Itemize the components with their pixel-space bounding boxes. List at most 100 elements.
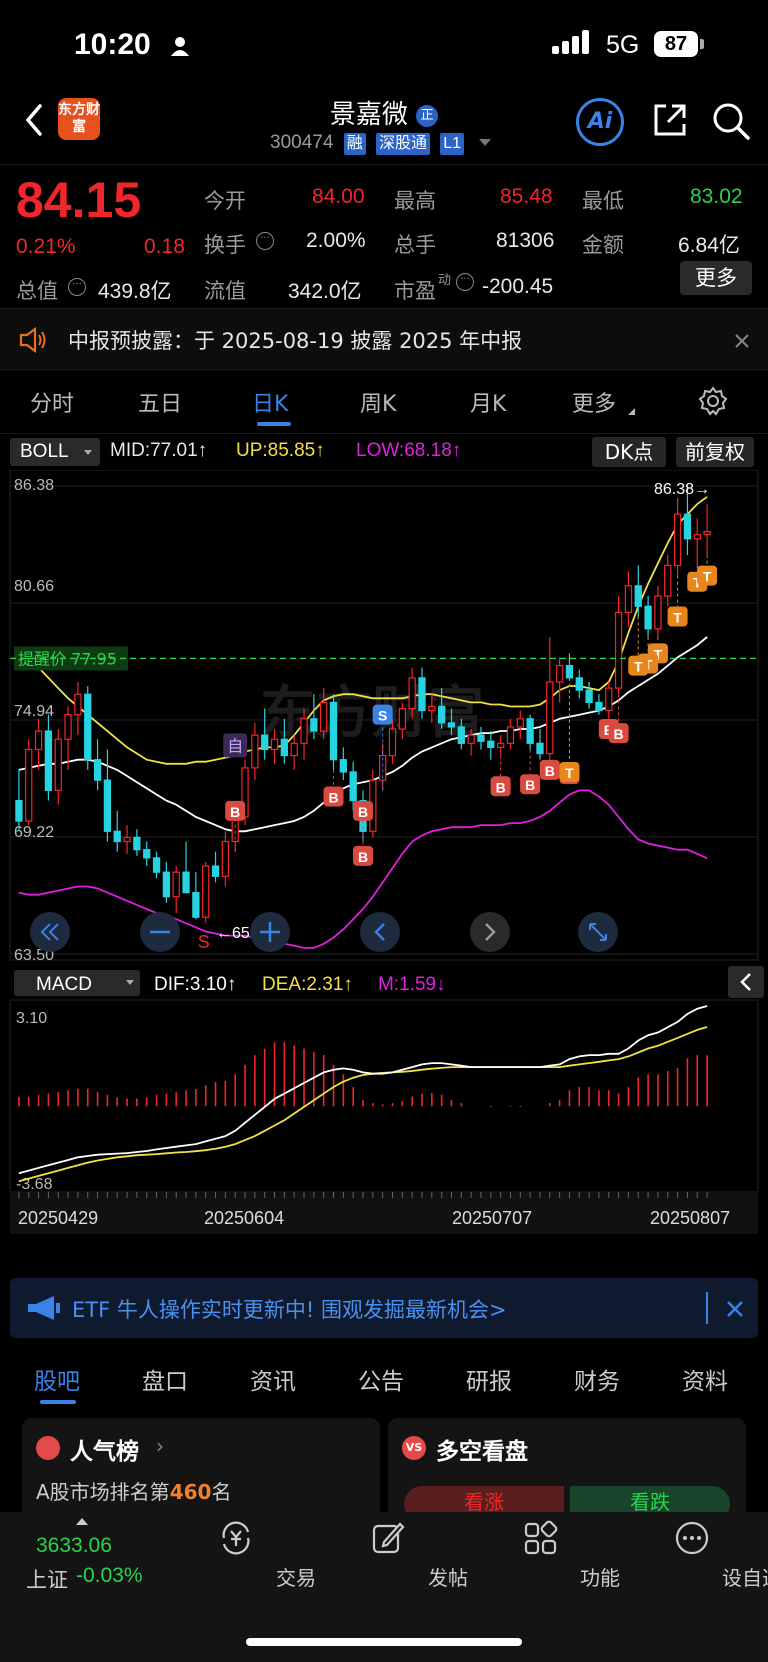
collapse-button[interactable] xyxy=(728,966,764,998)
info-icon[interactable]: ··· xyxy=(68,278,86,296)
dk-point-button[interactable]: DK点 xyxy=(592,437,666,467)
marker-letter: B xyxy=(230,804,240,820)
banner-text: ETF 牛人操作实时更新中! 围观发掘最新机会> xyxy=(72,1298,507,1322)
indicator-name: BOLL xyxy=(20,441,69,462)
kline-svg[interactable]: 东方财富 86.38 80.66 74.94 69.22 63.50 提醒价 7… xyxy=(0,470,768,1256)
mktcap-label: 总值 xyxy=(16,279,58,303)
status-time: 10:20 xyxy=(74,28,151,61)
candle-body xyxy=(546,681,554,755)
date-label: 20250429 xyxy=(18,1208,98,1228)
signal-icon xyxy=(552,30,592,54)
candle-body xyxy=(703,531,711,536)
candle-body xyxy=(143,849,151,859)
marker-letter: B xyxy=(525,777,535,793)
active-tab-underline xyxy=(257,422,291,426)
candle-body xyxy=(614,611,623,689)
marker-letter: T xyxy=(565,765,574,781)
info-icon[interactable]: ··· xyxy=(456,273,474,291)
ai-button[interactable]: Ai xyxy=(576,98,624,146)
notice-bar[interactable]: 中报预披露：于 2025-08-19 披露 2025 年中报 xyxy=(0,308,768,370)
low-label: 最低 xyxy=(582,189,624,213)
max-price-label: 86.38→ xyxy=(654,481,710,498)
candle-body xyxy=(152,857,161,873)
marker-letter: T xyxy=(634,659,643,675)
active-tab-underline xyxy=(40,1400,76,1404)
candle-body xyxy=(418,677,426,712)
battery-icon: 87 xyxy=(654,31,698,57)
date-label: 20250604 xyxy=(204,1208,284,1228)
search-icon[interactable] xyxy=(710,100,752,142)
edit-icon xyxy=(372,1522,405,1554)
etf-banner[interactable]: ETF 牛人操作实时更新中! 围观发掘最新机会> xyxy=(10,1278,758,1338)
tab-research[interactable]: 研报 xyxy=(466,1362,512,1396)
candle-body xyxy=(44,730,53,791)
marker-letter: B xyxy=(614,726,624,742)
dropdown-icon[interactable] xyxy=(479,139,492,147)
tab-financials[interactable]: 财务 xyxy=(574,1362,620,1396)
candle-body xyxy=(506,726,515,744)
tab-monthly-k[interactable]: 月K xyxy=(470,386,506,418)
macd-top: 3.10 xyxy=(16,1010,47,1027)
indicator-select[interactable]: BOLL xyxy=(10,438,100,466)
boll-low: LOW:68.18↑ xyxy=(356,440,462,461)
tab-intraday[interactable]: 分时 xyxy=(30,386,74,418)
close-icon[interactable] xyxy=(734,333,750,349)
index-change: -0.03% xyxy=(76,1564,143,1587)
boll-up: UP:85.85↑ xyxy=(236,440,325,461)
index-value[interactable]: 3633.06 xyxy=(36,1534,112,1558)
self-select-letter: 自 xyxy=(227,736,243,755)
bull-bear-card[interactable]: VS 多空看盘 看涨 看跌 xyxy=(388,1418,746,1522)
info-icon[interactable]: ··· xyxy=(256,232,274,250)
tab-profile[interactable]: 资料 xyxy=(682,1362,728,1396)
index-name: 上证 xyxy=(26,1568,68,1592)
kline-chart-area[interactable]: BOLL MID:77.01↑ UP:85.85↑ LOW:68.18↑ DK点… xyxy=(0,434,768,1256)
tab-more[interactable]: 更多 xyxy=(572,386,616,418)
macd-plot xyxy=(9,999,759,1193)
candle-body xyxy=(320,701,328,732)
candle-body xyxy=(447,722,456,728)
more-button[interactable]: 更多 xyxy=(680,261,752,295)
candle-body xyxy=(693,534,701,540)
candle-body xyxy=(25,748,33,822)
popularity-card[interactable]: 人气榜 › A股市场排名第460名 xyxy=(22,1418,380,1518)
candle-body xyxy=(654,595,662,630)
candle-body xyxy=(192,892,200,918)
marker-letter: B xyxy=(358,804,368,820)
tab-announcements[interactable]: 公告 xyxy=(358,1362,404,1396)
boll-mid: MID:77.01↑ xyxy=(110,440,208,461)
macd-name: MACD xyxy=(36,974,92,995)
speaker-icon xyxy=(19,327,46,353)
tab-daily-k[interactable]: 日K xyxy=(252,386,288,418)
more-dots-icon xyxy=(675,1521,709,1555)
person-icon xyxy=(171,37,189,56)
scroll-left-button[interactable] xyxy=(360,912,400,952)
scroll-right-button[interactable] xyxy=(470,912,510,952)
gear-icon[interactable] xyxy=(698,386,728,416)
candle-body xyxy=(585,689,593,704)
pe-sup: 动 xyxy=(438,273,452,288)
marker-letter: T xyxy=(703,569,712,585)
macd-dea: DEA:2.31↑ xyxy=(262,974,353,995)
candle-body xyxy=(103,779,112,832)
marker-letter: B xyxy=(328,790,338,806)
tab-order-book[interactable]: 盘口 xyxy=(142,1362,188,1396)
adjust-button[interactable]: 前复权 xyxy=(676,437,754,467)
close-icon[interactable] xyxy=(726,1300,744,1318)
candle-body xyxy=(349,771,357,802)
tab-news[interactable]: 资讯 xyxy=(250,1362,296,1396)
nav-watchlist-label: 设自选 xyxy=(722,1566,768,1590)
tab-five-day[interactable]: 五日 xyxy=(138,386,182,418)
tab-weekly-k[interactable]: 周K xyxy=(360,386,396,418)
mktcap-value: 439.8亿 xyxy=(98,280,172,303)
notice-text: 中报预披露：于 2025-08-19 披露 2025 年中报 xyxy=(68,329,523,353)
divider xyxy=(706,1292,708,1324)
tab-guba[interactable]: 股吧 xyxy=(34,1362,80,1396)
candle-body xyxy=(15,799,23,822)
candle-body xyxy=(673,513,682,566)
candle-body xyxy=(428,705,436,712)
candle-body xyxy=(477,734,485,742)
share-icon[interactable] xyxy=(650,100,690,140)
tag-level: L1 xyxy=(440,133,465,155)
vs-icon: VS xyxy=(402,1436,426,1460)
candle-body xyxy=(388,728,397,757)
